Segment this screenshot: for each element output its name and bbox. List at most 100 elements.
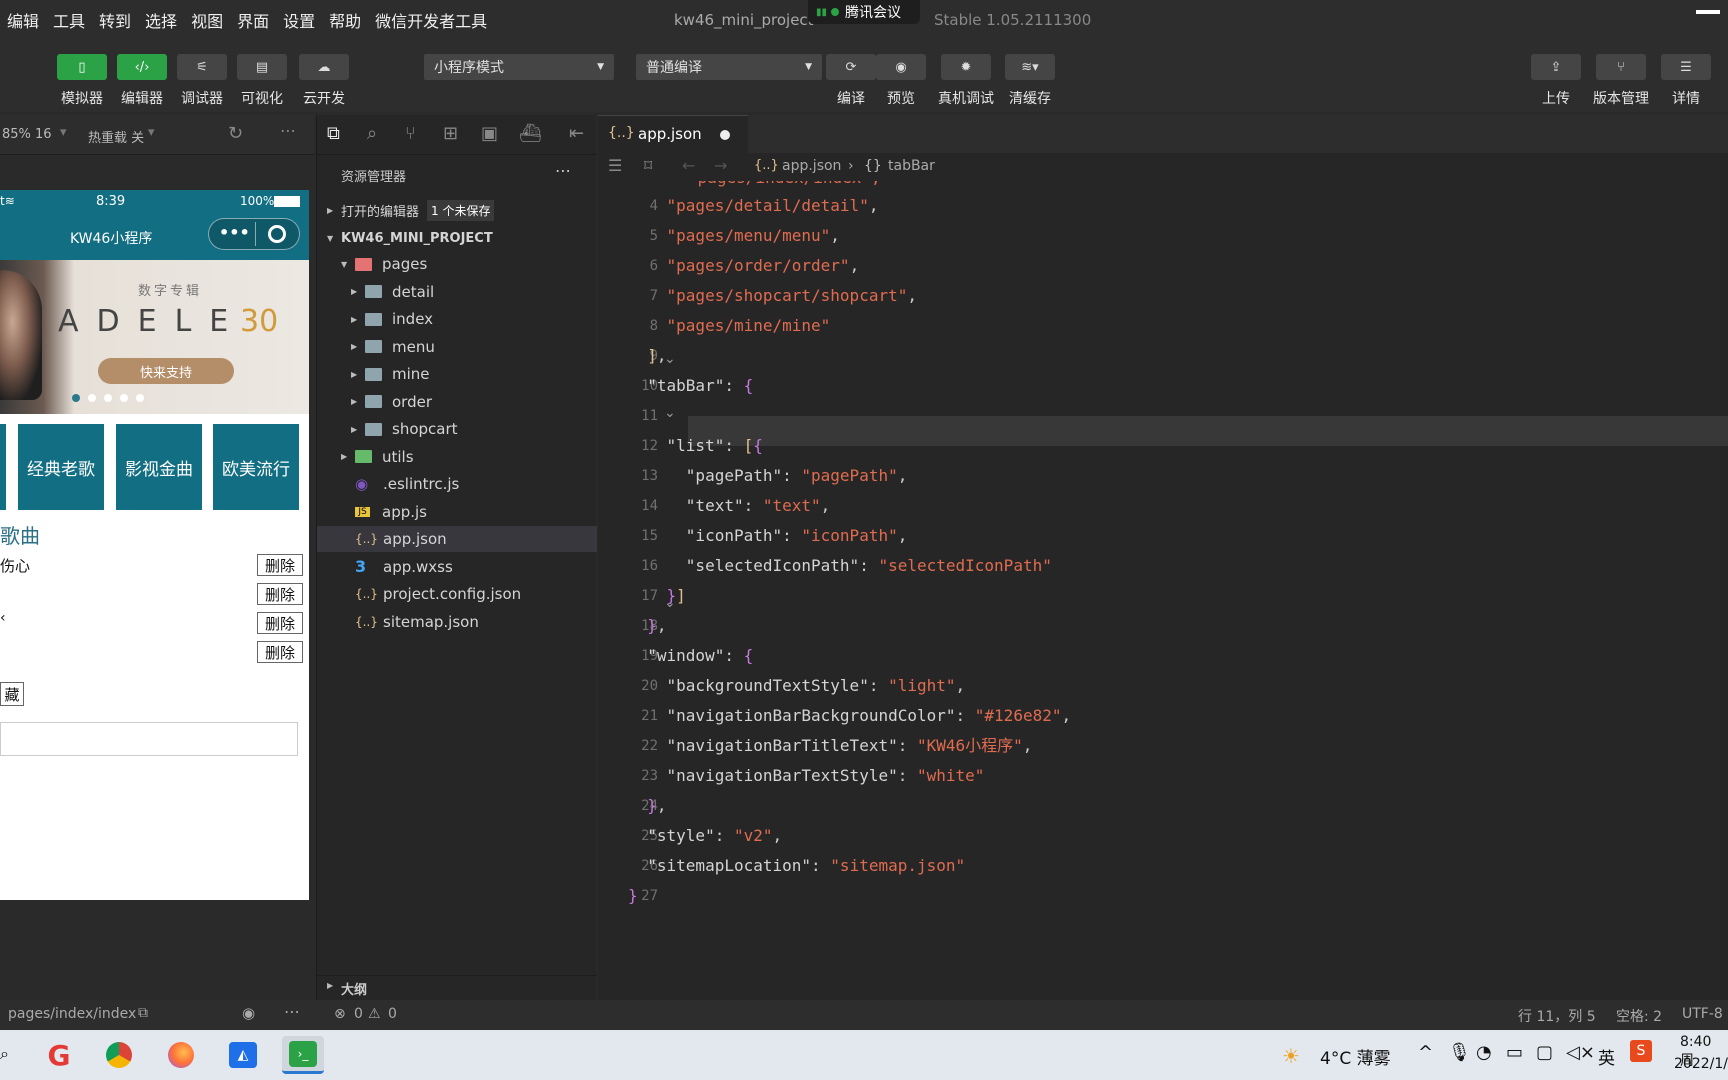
menu-select[interactable]: 选择 <box>138 8 184 32</box>
tree-item-sitemap-json[interactable]: {..} sitemap.json <box>317 609 597 635</box>
fold-chevron-icon[interactable]: ⌄ <box>664 405 676 421</box>
indent-setting[interactable]: 空格: 2 <box>1616 1006 1662 1026</box>
delete-button[interactable]: 删除 <box>257 583 303 605</box>
menu-goto[interactable]: 转到 <box>92 8 138 32</box>
battery-icon[interactable]: ▭ <box>1506 1042 1523 1063</box>
banner-support-button[interactable]: 快来支持 <box>98 358 234 384</box>
version-button[interactable]: ⑂ <box>1596 54 1646 80</box>
chevron-up-icon[interactable]: ^ <box>1418 1042 1433 1063</box>
preview-button[interactable]: ◉ <box>876 54 926 80</box>
category-film[interactable]: 影视金曲 <box>116 424 202 510</box>
hotreload-toggle[interactable]: 热重载 关 <box>88 127 144 146</box>
clear-cache-button[interactable]: ≋▾ <box>1005 54 1055 80</box>
forward-arrow-icon[interactable]: → <box>714 156 727 175</box>
delete-button[interactable]: 删除 <box>257 641 303 663</box>
meeting-app-icon[interactable]: ◭ <box>222 1036 264 1074</box>
delete-button[interactable]: 删除 <box>257 554 303 576</box>
ime-indicator[interactable]: 英 <box>1598 1044 1615 1069</box>
warning-icon[interactable]: ⚠ <box>368 1006 381 1022</box>
encoding[interactable]: UTF-8 <box>1682 1006 1723 1022</box>
delete-button[interactable]: 删除 <box>257 612 303 634</box>
upload-button[interactable]: ⇪ <box>1531 54 1581 80</box>
tree-item-detail[interactable]: ▶ detail <box>317 279 597 305</box>
tree-item-project-config-json[interactable]: {..} project.config.json <box>317 581 597 607</box>
error-icon[interactable]: ⊗ <box>334 1006 346 1022</box>
more-icon[interactable]: ⋯ <box>284 1002 300 1021</box>
remote-debug-button[interactable]: ✹ <box>941 54 991 80</box>
tree-item-app-js[interactable]: JS app.js <box>317 499 597 525</box>
menu-tools[interactable]: 工具 <box>46 8 92 32</box>
more-icon[interactable]: ⋯ <box>555 161 571 180</box>
fold-chevron-icon[interactable]: ⌄ <box>664 351 676 367</box>
cursor-position[interactable]: 行 11，列 5 <box>1518 1006 1596 1026</box>
compile-select[interactable]: 普通编译 ▼ <box>636 54 822 80</box>
menu-interface[interactable]: 界面 <box>230 8 276 32</box>
tree-item-shopcart[interactable]: ▶ shopcart <box>317 416 597 442</box>
search-partial-icon[interactable]: ⌕ <box>0 1044 9 1064</box>
debugger-button[interactable]: ⚟ <box>177 54 227 80</box>
menu-edit[interactable]: 编辑 <box>0 8 46 32</box>
compile-button[interactable]: ⟳ <box>826 54 876 80</box>
input-field[interactable] <box>0 722 298 756</box>
outline-section[interactable]: ▶ 大纲 <box>317 975 597 1000</box>
tree-item-index[interactable]: ▶ index <box>317 306 597 332</box>
extensions-icon[interactable]: ⊞ <box>443 123 458 144</box>
simulator-button[interactable]: ▯ <box>57 54 107 80</box>
back-arrow-icon[interactable]: ← <box>682 156 695 175</box>
capsule-button[interactable]: ••• <box>208 218 300 250</box>
firefox-icon[interactable] <box>160 1036 202 1074</box>
search-icon[interactable]: ⌕ <box>367 123 377 144</box>
tab-app-json[interactable]: {..} app.json <box>598 115 748 153</box>
source-control-icon[interactable]: ⑂ <box>405 123 416 144</box>
project-section[interactable]: ▼ KW46_MINI_PROJECT <box>327 225 493 251</box>
sogou-icon[interactable]: S <box>1630 1040 1652 1062</box>
copy-icon[interactable]: ⧉ <box>138 1005 148 1021</box>
category-western[interactable]: 欧美流行 <box>213 424 299 510</box>
tree-item-app-wxss[interactable]: 3 app.wxss <box>317 554 597 580</box>
close-mini-icon[interactable] <box>268 225 286 243</box>
details-button[interactable]: ☰ <box>1661 54 1711 80</box>
storage-icon[interactable]: ▣ <box>481 123 498 144</box>
list-icon[interactable]: ☰ <box>608 156 622 175</box>
menu-view[interactable]: 视图 <box>184 8 230 32</box>
weather-icon[interactable]: ☀ <box>1282 1044 1300 1068</box>
files-icon[interactable]: ⧉ <box>327 123 340 144</box>
tree-item-app-json[interactable]: {..} app.json <box>317 526 597 552</box>
cloud-button[interactable]: ☁ <box>299 54 349 80</box>
tree-item-mine[interactable]: ▶ mine <box>317 361 597 387</box>
clock-date[interactable]: 2022/1/ <box>1674 1056 1728 1072</box>
unsaved-dot-icon[interactable] <box>720 130 730 140</box>
network-icon[interactable]: ▢ <box>1536 1042 1553 1063</box>
breadcrumb-node[interactable]: tabBar <box>888 158 935 174</box>
weather-text[interactable]: 4°C 薄雾 <box>1320 1044 1391 1069</box>
minimize-icon[interactable] <box>1696 10 1720 14</box>
visual-button[interactable]: ▤ <box>237 54 287 80</box>
chrome-icon[interactable] <box>98 1036 140 1074</box>
tree-item-pages[interactable]: ▼ pages <box>317 251 597 277</box>
breadcrumb-file[interactable]: app.json <box>782 158 841 174</box>
menu-settings[interactable]: 设置 <box>276 8 322 32</box>
fold-chevron-icon[interactable]: ⌄ <box>664 595 676 611</box>
tree-item-utils[interactable]: ▶ utils <box>317 444 597 470</box>
collect-button[interactable]: 藏 <box>0 682 24 706</box>
tree-item-eslintrc-js[interactable]: ◉ .eslintrc.js <box>317 471 597 497</box>
meeting-indicator[interactable]: ▮▮ 腾讯会议 <box>808 0 920 24</box>
page-path[interactable]: pages/index/index <box>8 1006 136 1022</box>
qq-icon[interactable]: ◔ <box>1476 1042 1492 1063</box>
banner-swiper[interactable]: 数字专辑 ADELE 30 快来支持 <box>0 260 309 414</box>
editor-button[interactable]: ‹/› <box>117 54 167 80</box>
menu-devtools[interactable]: 微信开发者工具 <box>368 8 494 32</box>
open-editors-section[interactable]: ▶ 打开的编辑器 1 个未保存 <box>327 197 495 223</box>
more-dots-icon[interactable]: ••• <box>219 223 250 242</box>
zoom-select[interactable]: 85% 16 <box>2 127 52 142</box>
collapse-panel-icon[interactable]: ⇤ <box>569 123 584 144</box>
volume-icon[interactable]: ◁× <box>1566 1042 1595 1063</box>
tree-item-menu[interactable]: ▶ menu <box>317 334 597 360</box>
mic-icon[interactable]: 🎙 <box>1448 1042 1471 1063</box>
code-area[interactable]: "pages/index/index", 4 "pages/detail/det… <box>598 181 1728 1000</box>
mode-select[interactable]: 小程序模式 ▼ <box>424 54 614 80</box>
docker-icon[interactable]: ⛴ <box>519 123 542 144</box>
more-icon[interactable]: ⋯ <box>280 121 296 140</box>
rotate-icon[interactable]: ↻ <box>228 123 243 144</box>
category-classic[interactable]: 经典老歌 <box>18 424 104 510</box>
